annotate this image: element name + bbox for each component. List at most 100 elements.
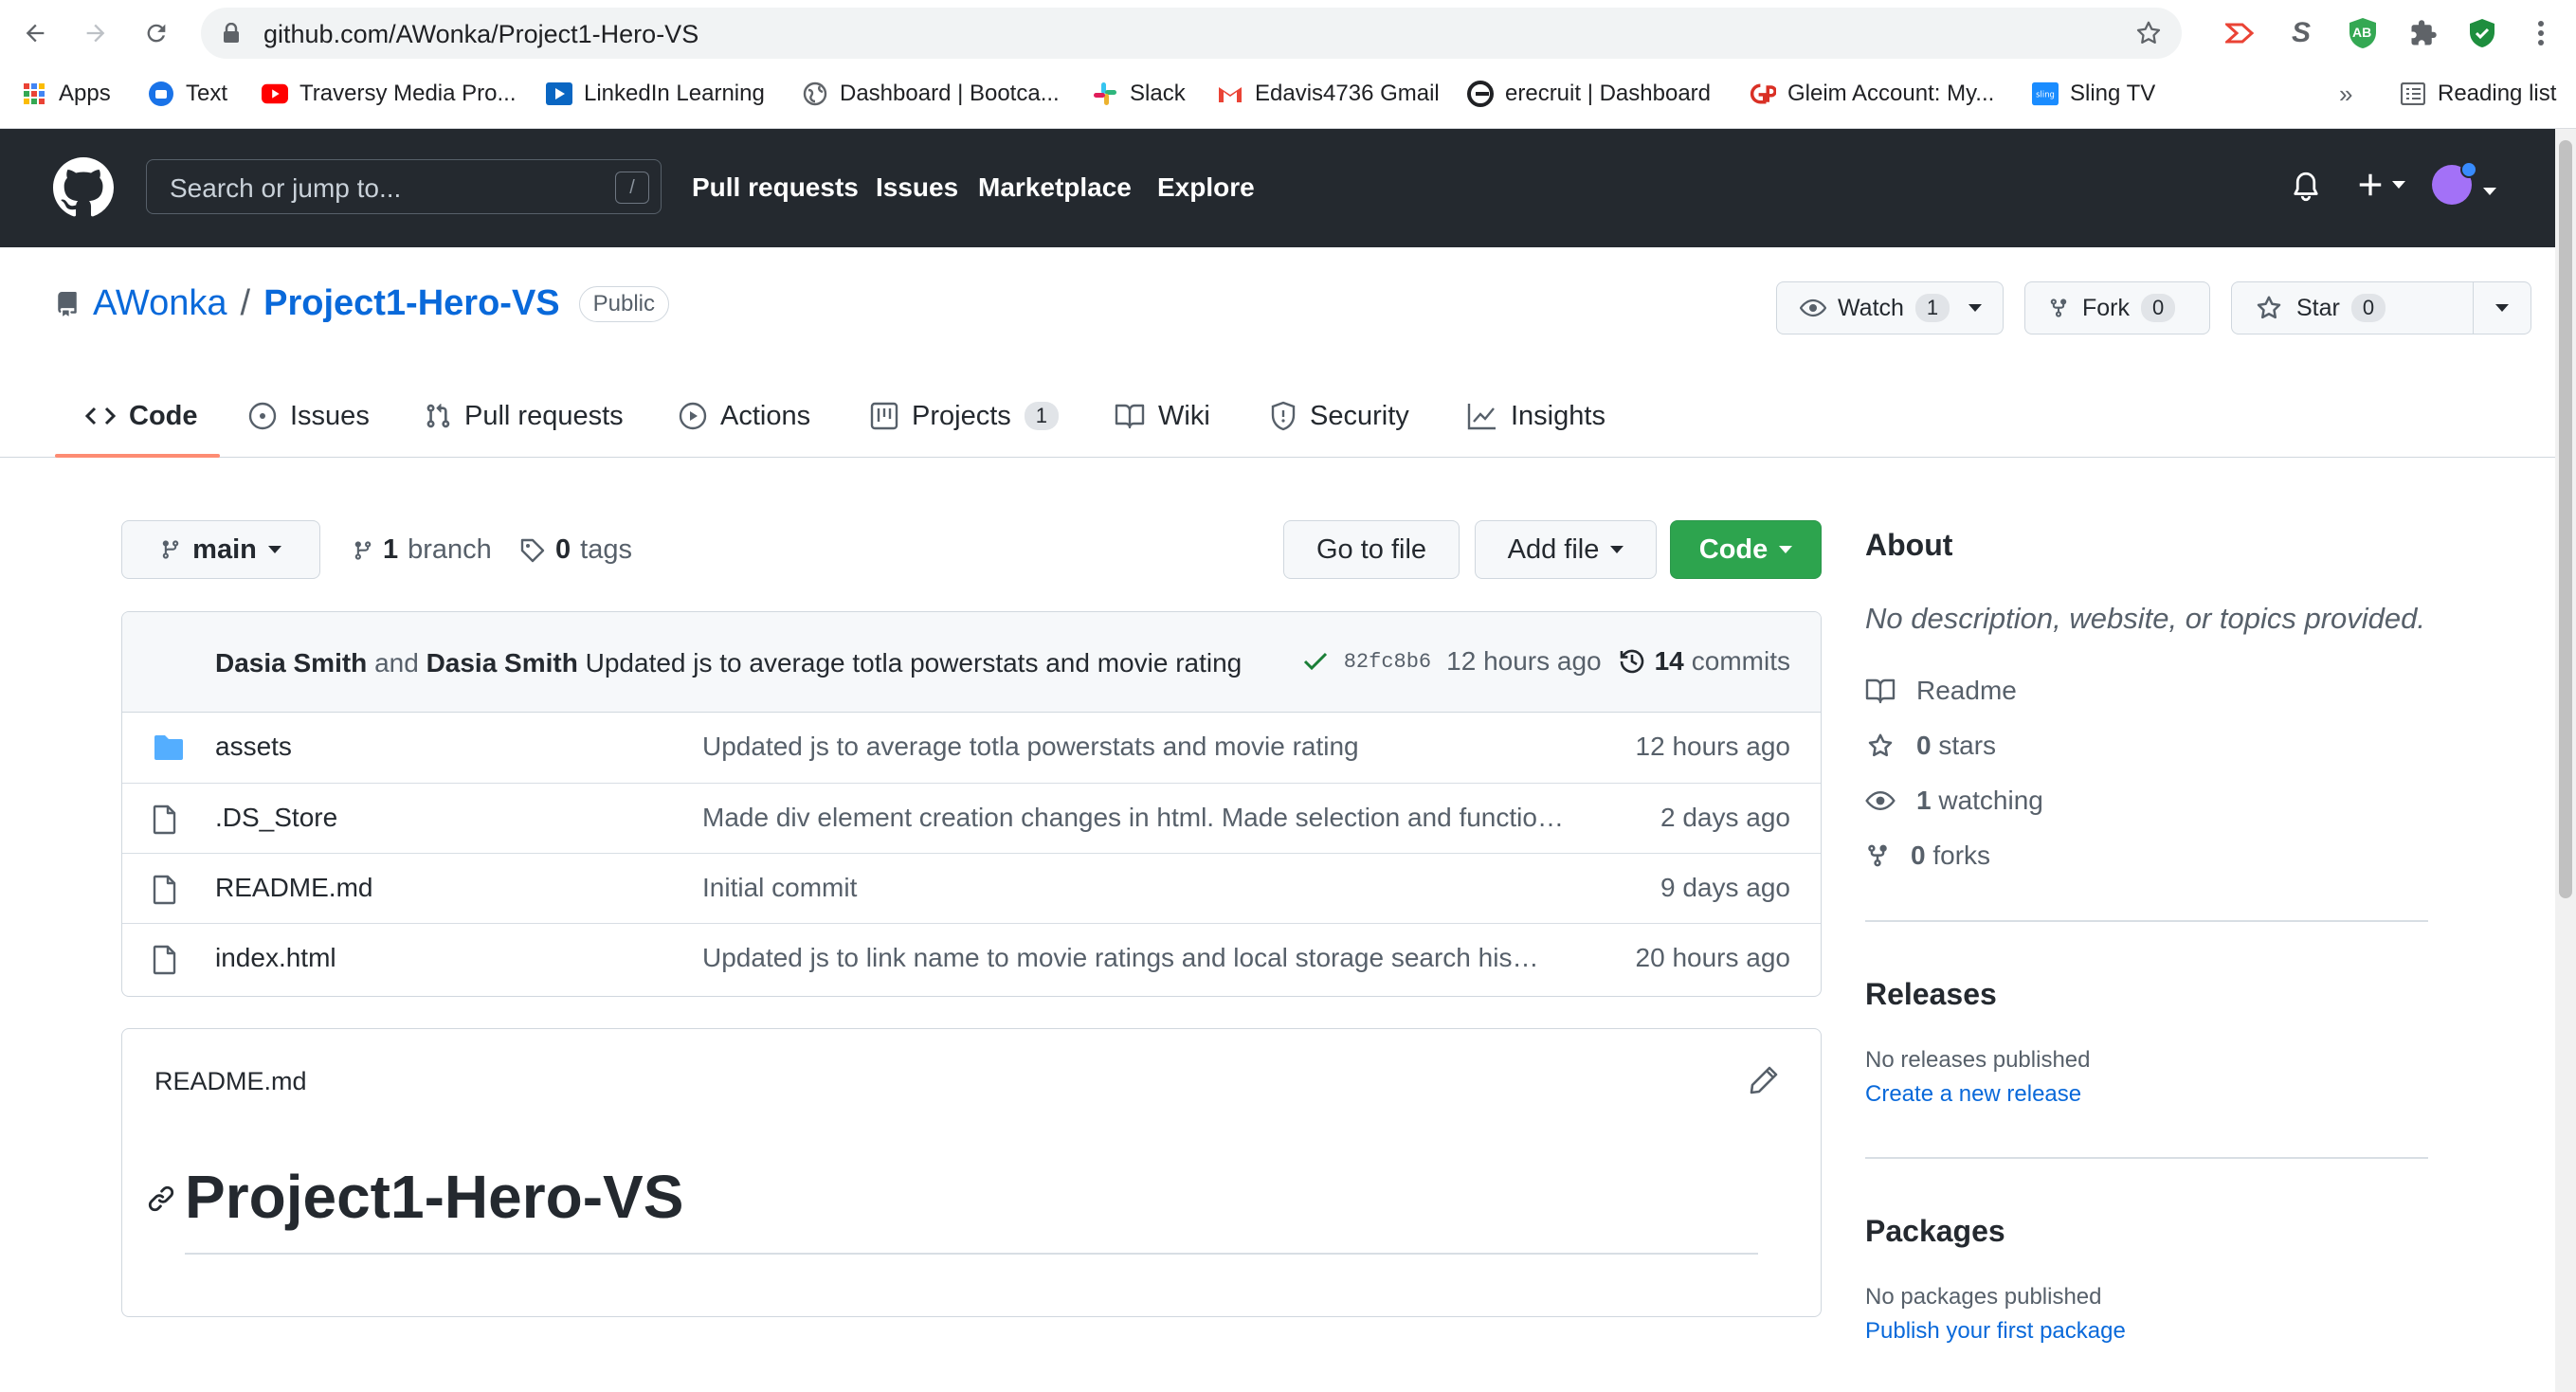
file-row[interactable]: assets Updated js to average totla power… — [122, 713, 1821, 783]
bookmark-linkedin-learning[interactable]: LinkedIn Learning — [546, 72, 765, 116]
file-name-link[interactable]: .DS_Store — [215, 803, 337, 833]
file-commit-message-link[interactable]: Updated js to average totla powerstats a… — [702, 732, 1574, 762]
code-button[interactable]: Code — [1670, 520, 1822, 579]
commit-author-link[interactable]: Dasia Smith — [215, 648, 367, 678]
gmail-icon — [1217, 81, 1243, 107]
tab-code[interactable]: Code — [85, 374, 198, 458]
forward-button[interactable] — [76, 13, 116, 53]
packages-heading[interactable]: Packages — [1865, 1214, 2005, 1249]
add-file-button[interactable]: Add file — [1475, 520, 1657, 579]
file-row[interactable]: .DS_Store Made div element creation chan… — [122, 783, 1821, 853]
bookmark-erecruit[interactable]: erecruit | Dashboard — [1467, 72, 1711, 116]
anchor-link-icon[interactable] — [147, 1184, 175, 1213]
forks-link[interactable]: 0 forks — [1865, 841, 1990, 871]
latest-commit-bar: Dasia Smith and Dasia Smith Updated js t… — [122, 612, 1821, 713]
star-lists-dropdown[interactable] — [2473, 281, 2531, 334]
fork-button[interactable]: Fork 0 — [2024, 281, 2210, 334]
browser-toolbar: github.com/AWonka/Project1-Hero-VS S AB — [0, 0, 2576, 66]
nav-explore[interactable]: Explore — [1157, 172, 1255, 203]
bookmark-apps[interactable]: Apps — [21, 72, 111, 116]
tab-security[interactable]: Security — [1270, 374, 1409, 458]
repo-name-link[interactable]: Project1-Hero-VS — [263, 283, 560, 324]
tab-wiki[interactable]: Wiki — [1115, 374, 1210, 458]
file-commit-message-link[interactable]: Updated js to link name to movie ratings… — [702, 943, 1574, 973]
commits-history-link[interactable]: 14 commits — [1617, 646, 1790, 677]
bookmark-gmail[interactable]: Edavis4736 Gmail — [1217, 72, 1440, 116]
commit-meta: 82fc8b6 12 hours ago 14 commits — [1302, 646, 1790, 677]
file-icon — [153, 804, 176, 835]
releases-heading[interactable]: Releases — [1865, 977, 1997, 1012]
file-row[interactable]: README.md Initial commit 9 days ago — [122, 853, 1821, 923]
reload-button[interactable] — [136, 13, 176, 53]
file-name-link[interactable]: README.md — [215, 873, 372, 903]
tab-issues[interactable]: Issues — [248, 374, 370, 458]
github-logo-icon[interactable] — [53, 157, 114, 218]
search-input[interactable]: Search or jump to... / — [146, 159, 662, 214]
create-new-button[interactable] — [2356, 171, 2405, 199]
star-count: 0 — [2350, 294, 2386, 322]
bookmark-text[interactable]: Text — [148, 72, 227, 116]
readme-link[interactable]: Readme — [1865, 676, 2017, 706]
watch-button[interactable]: Watch 1 — [1776, 281, 2004, 334]
avatar-chevron-down-icon[interactable] — [2483, 188, 2496, 195]
project-icon — [870, 402, 898, 430]
nav-marketplace[interactable]: Marketplace — [978, 172, 1132, 203]
tags-link[interactable]: 0 tags — [519, 534, 632, 566]
pull-request-icon — [426, 404, 450, 428]
stars-link[interactable]: 0 stars — [1865, 731, 1996, 761]
watching-link[interactable]: 1 watching — [1865, 786, 2043, 816]
file-name-link[interactable]: index.html — [215, 943, 336, 973]
tab-actions[interactable]: Actions — [679, 374, 810, 458]
bookmarks-overflow-button[interactable]: » — [2339, 72, 2352, 116]
nav-issues[interactable]: Issues — [876, 172, 958, 203]
bookmark-gleim[interactable]: Gleim Account: My... — [1750, 72, 1994, 116]
issue-icon — [248, 402, 277, 430]
readme-file-link[interactable]: README.md — [154, 1067, 307, 1096]
file-date: 12 hours ago — [1635, 732, 1790, 761]
tab-projects[interactable]: Projects 1 — [870, 374, 1060, 458]
create-release-link[interactable]: Create a new release — [1865, 1081, 2081, 1108]
pencil-icon[interactable] — [1749, 1065, 1779, 1095]
eye-icon — [1800, 298, 1826, 317]
extension-cast-icon[interactable] — [2223, 15, 2259, 51]
file-row[interactable]: index.html Updated js to link name to mo… — [122, 923, 1821, 993]
branch-icon — [354, 540, 372, 560]
back-button[interactable] — [15, 13, 55, 53]
bookmark-traversy[interactable]: Traversy Media Pro... — [262, 72, 517, 116]
extension-adblock-icon[interactable]: AB — [2345, 15, 2381, 51]
bookmark-slack[interactable]: Slack — [1092, 72, 1186, 116]
about-description: No description, website, or topics provi… — [1865, 602, 2426, 635]
branch-select-button[interactable]: main — [121, 520, 320, 579]
star-button[interactable]: Star 0 — [2231, 281, 2474, 334]
bell-icon[interactable] — [2292, 171, 2320, 203]
commit-message-link[interactable]: Updated js to average totla powerstats a… — [586, 648, 1243, 678]
address-bar[interactable]: github.com/AWonka/Project1-Hero-VS — [201, 8, 2182, 59]
bookmark-sling[interactable]: sling Sling TV — [2032, 72, 2155, 116]
commit-sha-link[interactable]: 82fc8b6 — [1344, 650, 1431, 674]
file-commit-message-link[interactable]: Made div element creation changes in htm… — [702, 803, 1574, 833]
scrollbar-thumb[interactable] — [2559, 140, 2572, 898]
extension-s-icon[interactable]: S — [2283, 15, 2319, 51]
bookmark-bootcamp-dashboard[interactable]: Dashboard | Bootca... — [802, 72, 1060, 116]
page-scrollbar[interactable] — [2555, 129, 2576, 1392]
repo-path-separator: / — [240, 283, 251, 323]
bookmarks-bar: Apps Text Traversy Media Pro... LinkedIn… — [0, 72, 2576, 116]
file-list: Dasia Smith and Dasia Smith Updated js t… — [121, 611, 1822, 997]
tab-insights[interactable]: Insights — [1467, 374, 1605, 458]
repo-owner-link[interactable]: AWonka — [93, 283, 227, 324]
tab-pull-requests[interactable]: Pull requests — [425, 374, 624, 458]
reading-list-icon — [2400, 81, 2426, 107]
file-commit-message-link[interactable]: Initial commit — [702, 873, 1574, 903]
go-to-file-button[interactable]: Go to file — [1283, 520, 1460, 579]
extensions-puzzle-icon[interactable] — [2405, 15, 2441, 51]
publish-package-link[interactable]: Publish your first package — [1865, 1318, 2126, 1345]
reading-list-button[interactable]: Reading list — [2400, 72, 2556, 116]
file-name-link[interactable]: assets — [215, 732, 292, 762]
extension-shield-check-icon[interactable] — [2464, 15, 2500, 51]
commit-coauthor-link[interactable]: Dasia Smith — [426, 648, 578, 678]
bookmark-star-icon[interactable] — [2134, 19, 2163, 47]
branches-link[interactable]: 1 branch — [353, 534, 492, 566]
latest-commit-message: Dasia Smith and Dasia Smith Updated js t… — [215, 648, 1243, 678]
browser-menu-button[interactable] — [2523, 15, 2559, 51]
nav-pull-requests[interactable]: Pull requests — [692, 172, 859, 203]
